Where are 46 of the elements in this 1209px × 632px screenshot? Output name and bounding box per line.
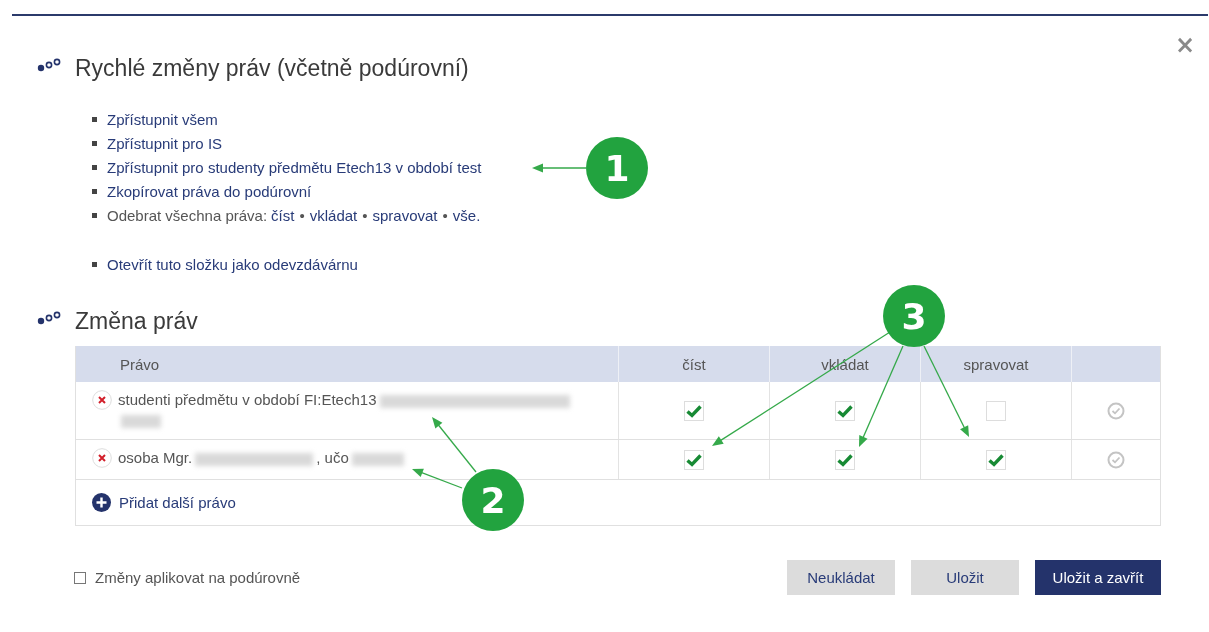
remove-icon[interactable]: [92, 390, 112, 410]
add-right-link[interactable]: Přidat další právo: [119, 494, 236, 511]
add-icon[interactable]: [92, 493, 111, 512]
blurred-text: [121, 414, 161, 428]
section-title: Rychlé změny práv (včetně podúrovní): [75, 54, 469, 82]
list-bullet: [92, 140, 97, 146]
checkbox-label: Změny aplikovat na podúrovně: [95, 569, 301, 586]
list-bullet: [92, 212, 97, 218]
section-title: Změna práv: [75, 307, 198, 335]
callout-badge: 1: [586, 137, 648, 199]
column-header: číst: [618, 346, 769, 382]
remove-rights-label: Odebrat všechna práva:: [107, 206, 268, 224]
separator-dot: •: [299, 206, 305, 224]
rule-text: , učo: [316, 449, 349, 466]
callout-badge: 3: [883, 285, 945, 347]
rule-text: osoba Mgr.: [118, 449, 193, 466]
separator-dot: •: [442, 206, 448, 224]
save-close-button[interactable]: Uložit a zavřít: [1035, 560, 1161, 595]
action-link[interactable]: Zpřístupnit pro studenty předmětu Etech13 v období test: [107, 158, 482, 176]
check-circle-icon[interactable]: [1107, 450, 1125, 469]
check-circle-icon[interactable]: [1107, 401, 1125, 420]
action-link[interactable]: Zkopírovat práva do podúrovní: [107, 182, 312, 200]
list-bullet: [92, 188, 97, 194]
list-bullet: [92, 261, 97, 267]
blurred-text: [351, 452, 404, 466]
checkbox[interactable]: [74, 571, 86, 584]
separator-dot: •: [362, 206, 368, 224]
annotation-arrow: [532, 163, 587, 173]
dots-icon: [37, 58, 63, 72]
column-header: Právo: [119, 354, 161, 375]
action-link[interactable]: Zpřístupnit pro IS: [107, 134, 223, 152]
dots-icon: [37, 311, 63, 325]
list-bullet: [92, 116, 97, 122]
remove-right-link[interactable]: vše.: [452, 206, 481, 224]
remove-right-link[interactable]: spravovat: [372, 206, 438, 224]
action-link[interactable]: Zpřístupnit všem: [107, 110, 218, 128]
remove-right-link[interactable]: vkládat: [309, 206, 358, 224]
remove-right-link[interactable]: číst: [271, 206, 295, 224]
action-link[interactable]: Otevřít tuto složku jako odevzdávárnu: [107, 255, 358, 273]
column-header: spravovat: [920, 346, 1071, 382]
list-bullet: [92, 164, 97, 170]
secondary-button[interactable]: Neukládat: [787, 560, 895, 595]
callout-badge: 2: [462, 469, 524, 531]
remove-icon[interactable]: [92, 448, 112, 468]
secondary-button[interactable]: Uložit: [911, 560, 1019, 595]
rule-text: studenti předmětu v období FI:Etech13: [118, 391, 377, 408]
